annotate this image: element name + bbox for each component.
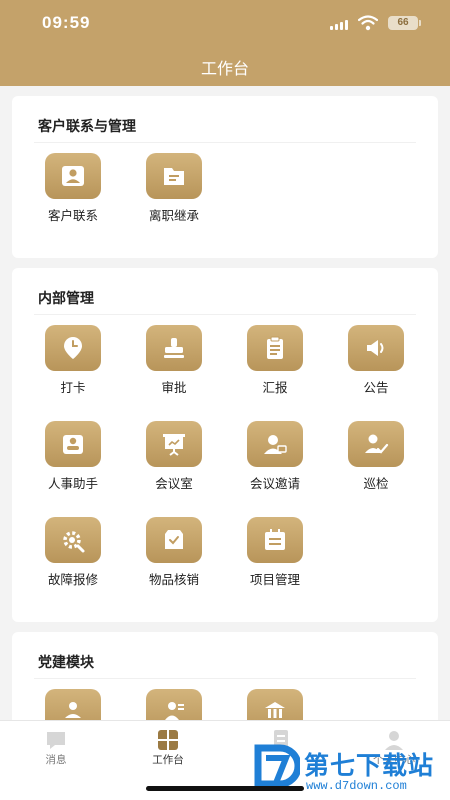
grid-label: 汇报 [262, 380, 288, 395]
person-invite-icon [247, 421, 303, 467]
clipboard-icon [247, 325, 303, 371]
grid-label: 会议邀请 [249, 476, 300, 491]
id-card-icon [45, 421, 101, 467]
section-party-building: 党建模块 [12, 632, 438, 735]
section-customer: 客户联系与管理 客户联系 离职继承 [12, 96, 438, 258]
grid-item-project-management[interactable]: 项目管理 [225, 517, 325, 595]
grid-item-customer-contact[interactable]: 客户联系 [23, 153, 123, 231]
grid-label: 客户联系 [47, 208, 98, 223]
battery-tip [419, 20, 421, 26]
grid-item-resignation-inherit[interactable]: 离职继承 [124, 153, 224, 231]
wifi-icon [358, 15, 378, 31]
grid-label: 会议室 [155, 476, 193, 491]
inbox-check-icon [146, 517, 202, 563]
tab-workbench[interactable]: 工作台 [112, 721, 224, 781]
repair-gear-icon [45, 517, 101, 563]
speaker-icon [348, 325, 404, 371]
customer-icon [45, 153, 101, 199]
message-icon [47, 732, 65, 749]
grid-label: 巡检 [363, 476, 389, 491]
grid-label: 公告 [363, 380, 389, 395]
watermark: 第七下载站 www.d7down.com [254, 744, 446, 800]
stamp-icon [146, 325, 202, 371]
grid-item-inspection[interactable]: 巡检 [326, 421, 426, 499]
folder-icon [146, 153, 202, 199]
status-bar: 09:59 66 [0, 0, 450, 44]
divider [34, 314, 416, 315]
grid-label: 故障报修 [47, 572, 98, 587]
tab-label: 工作台 [152, 754, 184, 766]
grid-item-meeting-room[interactable]: 会议室 [124, 421, 224, 499]
grid-item-approval[interactable]: 审批 [124, 325, 224, 403]
presentation-board-icon [146, 421, 202, 467]
watermark-url: www.d7down.com [306, 779, 407, 793]
grid-item-clock-in[interactable]: 打卡 [23, 325, 123, 403]
section-title: 客户联系与管理 [38, 119, 136, 135]
page-title: 工作台 [200, 59, 249, 78]
clock-pin-icon [45, 325, 101, 371]
tab-messages[interactable]: 消息 [0, 721, 112, 781]
tab-label: 消息 [45, 754, 67, 766]
grid-label: 物品核销 [148, 572, 199, 587]
cellular-signal-icon [330, 19, 350, 30]
grid-item-repair[interactable]: 故障报修 [23, 517, 123, 595]
person-check-icon [348, 421, 404, 467]
grid-item-report[interactable]: 汇报 [225, 325, 325, 403]
section-title: 内部管理 [38, 291, 94, 307]
grid-label: 离职继承 [148, 208, 199, 223]
app-header: 09:59 66 工作台 [0, 0, 450, 86]
grid-label: 人事助手 [47, 476, 98, 491]
grid-item-item-writeoff[interactable]: 物品核销 [124, 517, 224, 595]
grid-item-meeting-invite[interactable]: 会议邀请 [225, 421, 325, 499]
grid-label: 审批 [161, 380, 187, 395]
home-indicator[interactable] [146, 786, 304, 791]
project-list-icon [247, 517, 303, 563]
workbench-icon [158, 730, 178, 750]
section-internal: 内部管理 打卡 审批 汇报 公告 人事助手 会议室 会议邀请 巡检 故障报修 物… [12, 268, 438, 622]
watermark-title: 第七下载站 [304, 751, 435, 780]
grid-item-announcement[interactable]: 公告 [326, 325, 426, 403]
divider [34, 142, 416, 143]
grid-item-hr-assistant[interactable]: 人事助手 [23, 421, 123, 499]
grid-label: 打卡 [60, 380, 86, 395]
status-time: 09:59 [42, 13, 91, 32]
section-title: 党建模块 [38, 655, 94, 671]
battery-indicator: 66 [388, 16, 418, 30]
grid-label: 项目管理 [249, 572, 300, 587]
divider [34, 678, 416, 679]
